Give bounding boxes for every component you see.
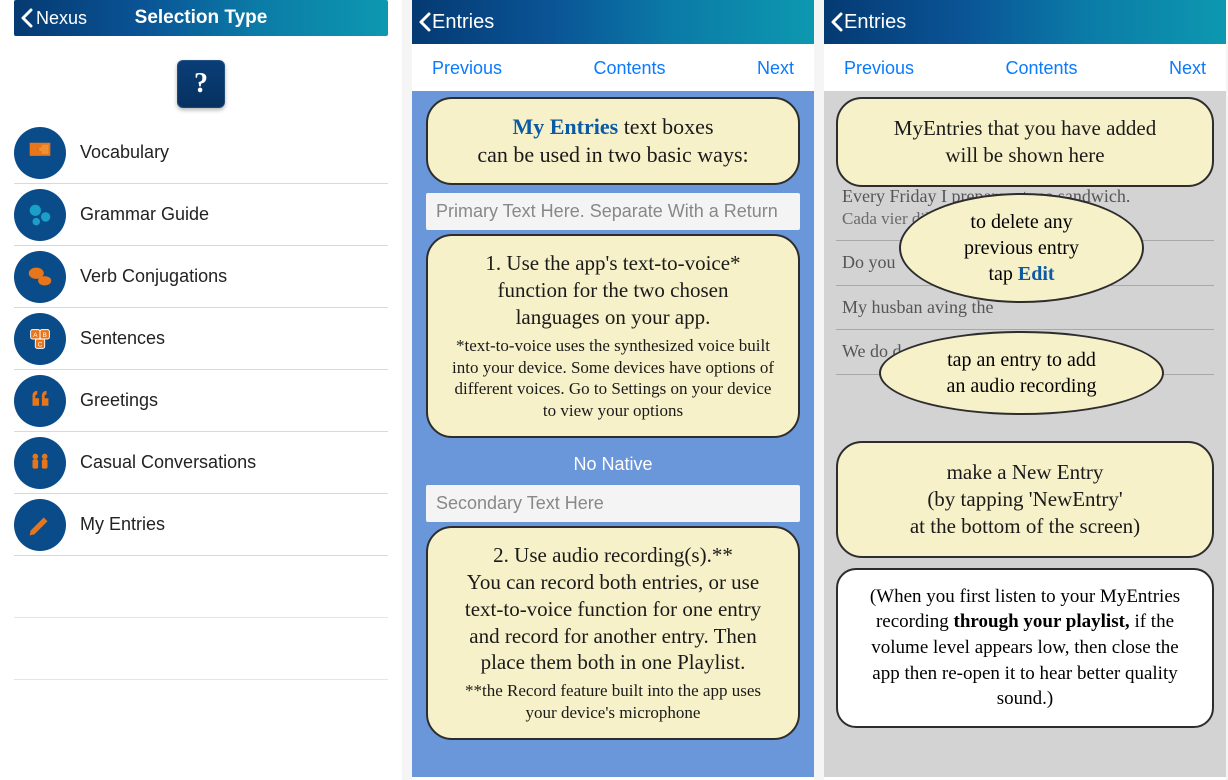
header: Entries bbox=[824, 0, 1226, 44]
edit-link[interactable]: Edit bbox=[1018, 263, 1055, 285]
help-oval-delete: to delete any previous entry tap Edit bbox=[899, 193, 1144, 303]
menu-item-sentences[interactable]: ABC Sentences bbox=[14, 308, 388, 370]
svg-text:C: C bbox=[38, 341, 43, 348]
menu-item-label: Verb Conjugations bbox=[80, 266, 227, 287]
help-bubble-intro: My Entries text boxes can be used in two… bbox=[426, 97, 800, 185]
puzzle-icon bbox=[14, 127, 66, 179]
menu-item-greetings[interactable]: Greetings bbox=[14, 370, 388, 432]
nav-next[interactable]: Next bbox=[1169, 58, 1206, 79]
help-icon: ? bbox=[194, 68, 208, 100]
secondary-text-input[interactable]: Secondary Text Here bbox=[426, 485, 800, 522]
help-bubble-1: 1. Use the app's text-to-voice* function… bbox=[426, 234, 800, 438]
svg-text:B: B bbox=[43, 332, 48, 339]
nav-previous[interactable]: Previous bbox=[844, 58, 914, 79]
list-item-primary: My husban aving the bbox=[842, 297, 993, 317]
speech-bubbles-icon bbox=[14, 251, 66, 303]
help-bubble-2: 2. Use audio recording(s).** You can rec… bbox=[426, 526, 800, 740]
empty-row bbox=[14, 556, 388, 618]
menu-item-vocabulary[interactable]: Vocabulary bbox=[14, 122, 388, 184]
menu-item-label: Casual Conversations bbox=[80, 452, 256, 473]
help-nav: Previous Contents Next bbox=[412, 44, 814, 91]
header: Nexus Selection Type bbox=[14, 0, 388, 36]
quotes-icon bbox=[14, 375, 66, 427]
menu-item-myentries[interactable]: My Entries bbox=[14, 494, 388, 556]
pencil-hand-icon bbox=[14, 499, 66, 551]
nav-previous[interactable]: Previous bbox=[432, 58, 502, 79]
help-bubble-top: MyEntries that you have added will be sh… bbox=[836, 97, 1214, 187]
no-native-label: No Native bbox=[426, 446, 800, 481]
oval-text: tap bbox=[988, 263, 1017, 285]
people-icon bbox=[14, 437, 66, 489]
bubble-text: MyEntries that you have added bbox=[894, 116, 1156, 140]
help-body: My Entries text boxes can be used in two… bbox=[412, 91, 814, 777]
chevron-left-icon bbox=[20, 8, 34, 28]
back-label: Nexus bbox=[36, 8, 87, 29]
back-button[interactable]: Nexus bbox=[14, 8, 87, 29]
primary-text-input[interactable]: Primary Text Here. Separate With a Retur… bbox=[426, 193, 800, 230]
nav-contents[interactable]: Contents bbox=[593, 58, 665, 79]
oval-text: to delete any bbox=[970, 211, 1072, 233]
bubble-text: function for the two chosen bbox=[498, 278, 729, 302]
oval-text: previous entry bbox=[964, 237, 1079, 259]
empty-row bbox=[14, 618, 388, 680]
header: Entries bbox=[412, 0, 814, 44]
bubble-small-text: **the Record feature built into the app … bbox=[450, 680, 776, 724]
screen-entries-help-1: Entries Previous Contents Next My Entrie… bbox=[412, 0, 814, 780]
menu-item-label: Grammar Guide bbox=[80, 204, 209, 225]
help-oval-audio: tap an entry to add an audio recording bbox=[879, 331, 1164, 415]
help-button[interactable]: ? bbox=[177, 60, 225, 108]
list-item-primary: Do you bbox=[842, 252, 896, 272]
note-bold: through your playlist, bbox=[954, 611, 1130, 632]
menu-list: Vocabulary Grammar Guide Verb Conjugatio… bbox=[14, 122, 388, 680]
bubble-text: will be shown here bbox=[945, 143, 1104, 167]
screen-selection-type: Nexus Selection Type ? Vocabulary Gramma… bbox=[0, 0, 402, 780]
chevron-left-icon bbox=[830, 11, 844, 33]
menu-item-label: Sentences bbox=[80, 328, 165, 349]
back-button[interactable]: Entries bbox=[412, 11, 494, 34]
bubble-text: text boxes bbox=[618, 114, 713, 139]
menu-item-label: My Entries bbox=[80, 514, 165, 535]
bubble-text: can be used in two basic ways: bbox=[477, 142, 748, 167]
nav-next[interactable]: Next bbox=[757, 58, 794, 79]
menu-item-verbs[interactable]: Verb Conjugations bbox=[14, 246, 388, 308]
back-label: Entries bbox=[844, 11, 906, 34]
menu-item-grammar[interactable]: Grammar Guide bbox=[14, 184, 388, 246]
back-button[interactable]: Entries bbox=[824, 11, 906, 34]
help-note-volume: (When you first listen to your MyEntries… bbox=[836, 568, 1214, 728]
bubble-highlight: My Entries bbox=[512, 114, 618, 139]
help-button-wrap: ? bbox=[0, 60, 402, 108]
screen-entries-help-2: Entries Previous Contents Next MyEntries… bbox=[824, 0, 1226, 780]
bubble-text: 2. Use audio recording(s).** bbox=[493, 543, 733, 567]
gears-icon bbox=[14, 189, 66, 241]
bubble-small-text: *text-to-voice uses the synthesized voic… bbox=[450, 335, 776, 422]
oval-text: an audio recording bbox=[947, 375, 1097, 397]
blocks-icon: ABC bbox=[14, 313, 66, 365]
bubble-text: make a New Entry bbox=[947, 460, 1104, 484]
menu-item-label: Greetings bbox=[80, 390, 158, 411]
bubble-text: at the bottom of the screen) bbox=[910, 514, 1140, 538]
help-body: MyEntries that you have added will be sh… bbox=[824, 91, 1226, 777]
chevron-left-icon bbox=[418, 11, 432, 33]
nav-contents[interactable]: Contents bbox=[1005, 58, 1077, 79]
menu-item-label: Vocabulary bbox=[80, 142, 169, 163]
input-placeholder: Primary Text Here. Separate With a Retur… bbox=[436, 201, 778, 221]
back-label: Entries bbox=[432, 11, 494, 34]
menu-item-casual[interactable]: Casual Conversations bbox=[14, 432, 388, 494]
svg-text:A: A bbox=[33, 332, 38, 339]
bubble-text: languages on your app. bbox=[516, 305, 711, 329]
oval-text: tap an entry to add bbox=[947, 349, 1096, 371]
help-bubble-new-entry: make a New Entry (by tapping 'NewEntry' … bbox=[836, 441, 1214, 558]
input-placeholder: Secondary Text Here bbox=[436, 493, 604, 513]
bubble-text: (by tapping 'NewEntry' bbox=[927, 487, 1122, 511]
help-nav: Previous Contents Next bbox=[824, 44, 1226, 91]
bubble-text: 1. Use the app's text-to-voice* bbox=[485, 251, 740, 275]
bubble-text: You can record both entries, or use text… bbox=[465, 570, 761, 675]
